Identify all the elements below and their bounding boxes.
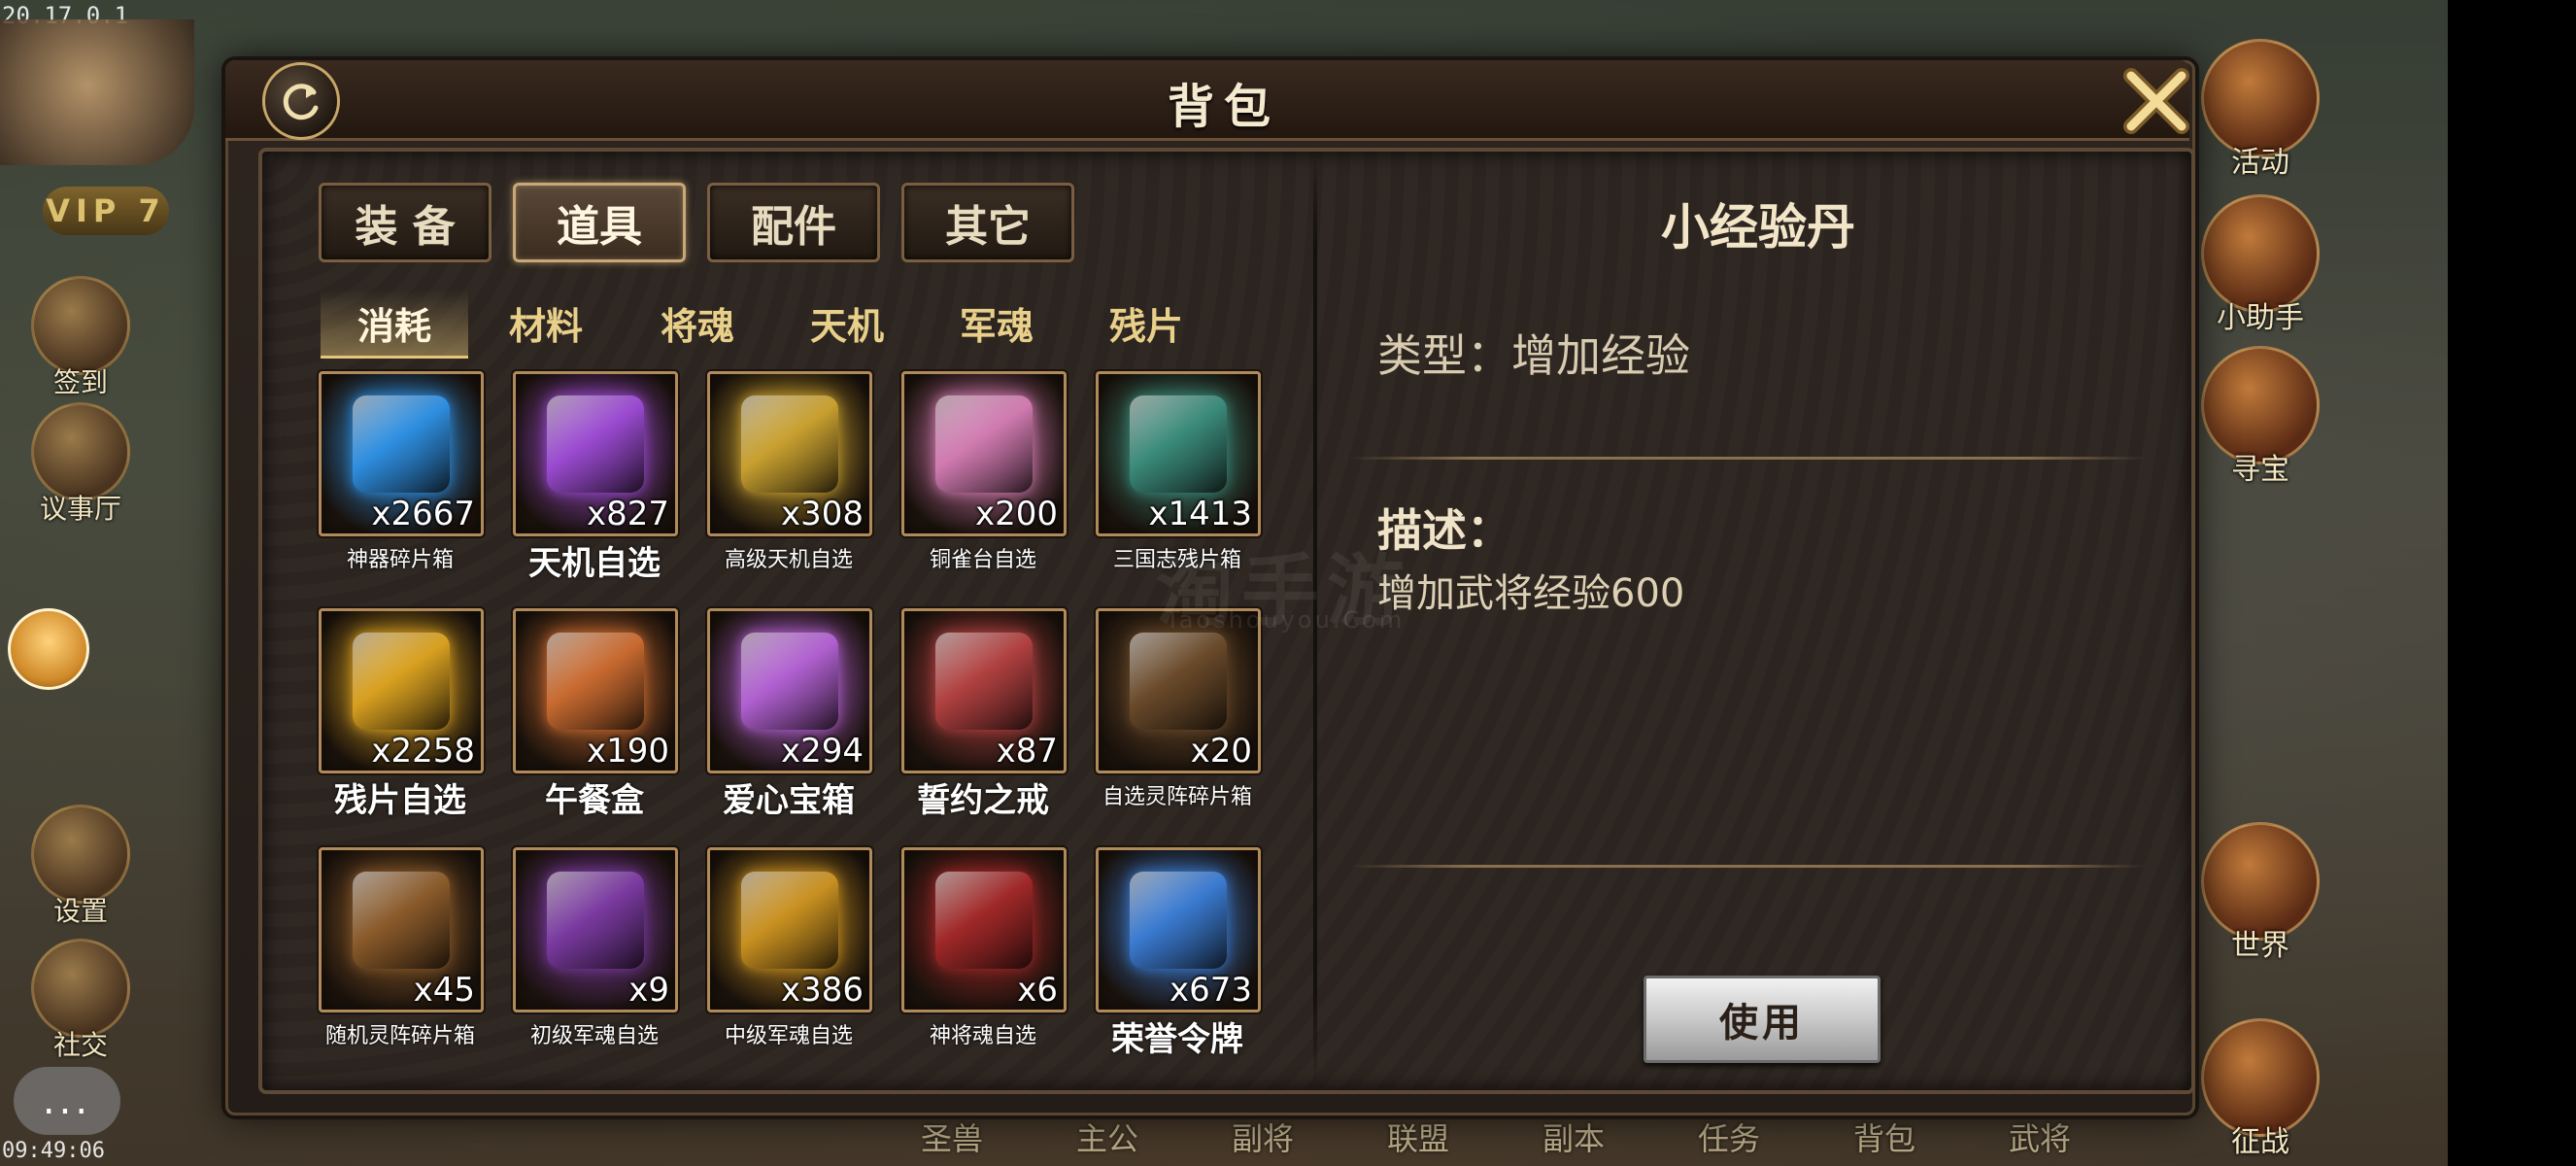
detail-divider bbox=[1350, 457, 2147, 460]
panel-title: 背包 bbox=[1167, 80, 1280, 134]
purple-gold-chest-icon bbox=[547, 872, 644, 969]
honor-token-icon bbox=[1130, 872, 1227, 969]
nav-sacred-beast[interactable]: 圣兽 bbox=[874, 1115, 1030, 1159]
item-tile: x827 bbox=[513, 371, 678, 536]
item-tile: x1413 bbox=[1096, 371, 1261, 536]
item-name: 荣誉令牌 bbox=[1111, 1020, 1243, 1059]
item-tile: x87 bbox=[901, 608, 1067, 773]
item-tile: x2258 bbox=[319, 608, 484, 773]
purple-chest-icon bbox=[547, 395, 644, 493]
item-quantity: x2667 bbox=[371, 495, 475, 533]
hexagon-box-icon bbox=[1130, 633, 1227, 730]
treasure-hunt-button[interactable]: 寻宝 bbox=[2197, 346, 2323, 488]
watermark-url: Taoshouyou.Com bbox=[1166, 606, 1406, 634]
tab-accessories[interactable]: 配件 bbox=[707, 183, 880, 262]
item-tile: x386 bbox=[707, 847, 872, 1012]
nav-deputy[interactable]: 副将 bbox=[1185, 1115, 1340, 1159]
ring-icon bbox=[935, 633, 1033, 730]
lunch-box-icon bbox=[547, 633, 644, 730]
detail-item-name: 小经验丹 bbox=[1661, 199, 1855, 256]
gold-chest-icon bbox=[741, 395, 838, 493]
item-tile: x190 bbox=[513, 608, 678, 773]
assistant-button[interactable]: 小助手 bbox=[2197, 194, 2323, 336]
item-quantity: x294 bbox=[780, 732, 864, 771]
social-button[interactable]: 社交 bbox=[27, 939, 134, 1063]
item-tile: x45 bbox=[319, 847, 484, 1012]
heart-chest-icon bbox=[741, 633, 838, 730]
subtab-army-souls[interactable]: 军魂 bbox=[923, 290, 1070, 356]
subtab-fragments[interactable]: 残片 bbox=[1072, 290, 1220, 356]
item-tile: x673 bbox=[1096, 847, 1261, 1012]
item-quantity: x9 bbox=[628, 971, 669, 1010]
council-button[interactable]: 议事厅 bbox=[27, 402, 134, 527]
subtab-consumables[interactable]: 消耗 bbox=[321, 290, 468, 359]
item-quantity: x827 bbox=[586, 495, 669, 533]
item-quantity: x386 bbox=[780, 971, 864, 1010]
item-quantity: x6 bbox=[1017, 971, 1058, 1010]
item-quantity: x1413 bbox=[1148, 495, 1252, 533]
gold-treasure-chest-icon bbox=[741, 872, 838, 969]
close-icon bbox=[2123, 68, 2189, 134]
sign-in-icon bbox=[31, 276, 130, 375]
item-tile: x294 bbox=[707, 608, 872, 773]
mystery-box-icon bbox=[353, 872, 450, 969]
item-tile: x200 bbox=[901, 371, 1067, 536]
golden-box-icon bbox=[353, 633, 450, 730]
item-quantity: x2258 bbox=[371, 732, 475, 771]
tab-other[interactable]: 其它 bbox=[901, 183, 1074, 262]
sign-in-button[interactable]: 签到 bbox=[27, 276, 134, 400]
nav-lord[interactable]: 主公 bbox=[1030, 1115, 1185, 1159]
detail-desc: 增加武将经验600 bbox=[1377, 571, 1685, 616]
item-tile: x2667 bbox=[319, 371, 484, 536]
item-quantity: x87 bbox=[996, 732, 1058, 771]
detail-item-type: 类型：增加经验 bbox=[1377, 329, 1690, 382]
council-icon bbox=[31, 402, 130, 501]
bottom-nav-bar: 圣兽 主公 副将 联盟 副本 任务 背包 武将 bbox=[874, 1108, 2448, 1166]
nav-dungeon[interactable]: 副本 bbox=[1496, 1115, 1651, 1159]
events-button[interactable]: 活动 bbox=[2197, 39, 2323, 181]
item-tile: x9 bbox=[513, 847, 678, 1012]
nav-quest[interactable]: 任务 bbox=[1651, 1115, 1807, 1159]
item-tile: x6 bbox=[901, 847, 1067, 1012]
gear-icon bbox=[31, 805, 130, 904]
refresh-button[interactable] bbox=[262, 62, 340, 140]
item-tile: x308 bbox=[707, 371, 872, 536]
pink-chest-icon bbox=[935, 395, 1033, 493]
social-icon bbox=[31, 939, 130, 1038]
item-quantity: x45 bbox=[413, 971, 475, 1010]
item-quantity: x20 bbox=[1190, 732, 1252, 771]
nav-bag[interactable]: 背包 bbox=[1807, 1115, 1962, 1159]
settings-button[interactable]: 设置 bbox=[27, 805, 134, 929]
subtab-tianji[interactable]: 天机 bbox=[773, 290, 921, 356]
item-name: 自选灵阵碎片箱 bbox=[1102, 785, 1252, 809]
item-quantity: x308 bbox=[780, 495, 864, 533]
pet-cat-icon[interactable] bbox=[8, 608, 89, 690]
world-button[interactable]: 世界 bbox=[2197, 822, 2323, 964]
vip-badge[interactable]: VIP 7 bbox=[43, 187, 169, 235]
item-quantity: x190 bbox=[586, 732, 669, 771]
refresh-icon bbox=[283, 84, 319, 120]
red-box-icon bbox=[935, 872, 1033, 969]
scroll-icon bbox=[1130, 395, 1227, 493]
chat-bubble-icon[interactable]: ... bbox=[14, 1067, 120, 1135]
close-button[interactable] bbox=[2118, 62, 2195, 140]
blue-crystal-icon bbox=[353, 395, 450, 493]
clock-readout: 09:49:06 bbox=[2, 1139, 105, 1163]
nav-alliance[interactable]: 联盟 bbox=[1340, 1115, 1496, 1159]
tab-equipment[interactable]: 装 备 bbox=[319, 183, 491, 262]
item-quantity: x673 bbox=[1169, 971, 1252, 1010]
screen-edge bbox=[2448, 0, 2576, 1166]
detail-divider bbox=[1350, 865, 2147, 868]
use-button[interactable]: 使用 bbox=[1644, 976, 1881, 1063]
subtab-general-souls[interactable]: 将魂 bbox=[624, 290, 771, 356]
tab-props[interactable]: 道具 bbox=[513, 183, 686, 262]
nav-generals[interactable]: 武将 bbox=[1962, 1115, 2118, 1159]
hero-portrait[interactable] bbox=[0, 19, 194, 165]
item-quantity: x200 bbox=[974, 495, 1058, 533]
subtab-materials[interactable]: 材料 bbox=[472, 290, 620, 356]
